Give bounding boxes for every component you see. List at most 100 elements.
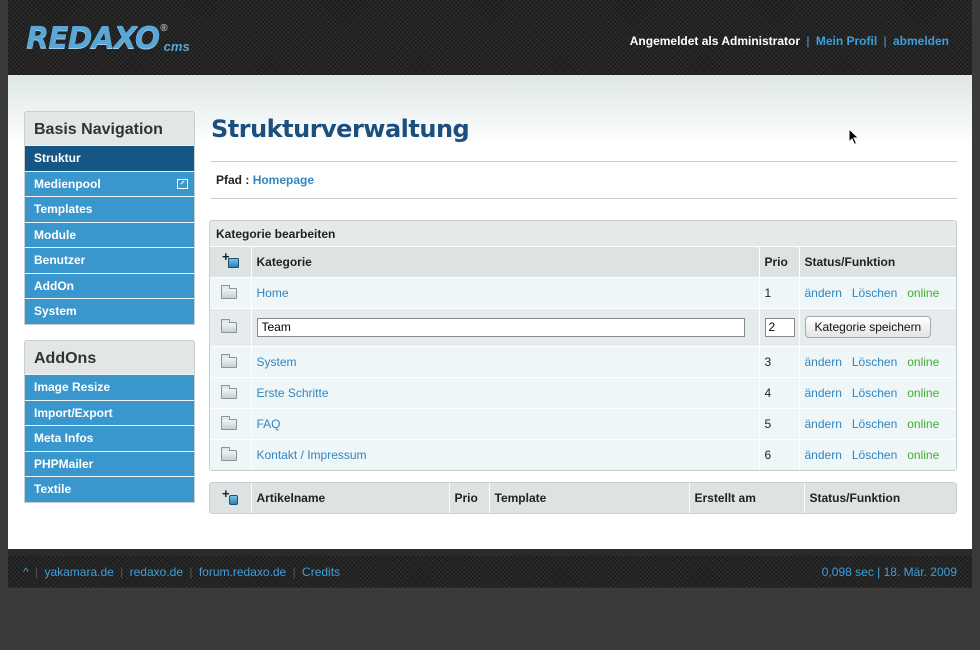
edit-link[interactable]: ändern	[805, 286, 842, 300]
addons-navigation-title: AddOns	[34, 350, 97, 367]
edit-link[interactable]: ändern	[805, 355, 842, 369]
footer-link-redaxo[interactable]: redaxo.de	[130, 565, 183, 579]
category-link[interactable]: Kontakt / Impressum	[257, 448, 367, 462]
sidebar-item-label: Struktur	[34, 151, 81, 165]
delete-link[interactable]: Löschen	[852, 386, 897, 400]
category-link[interactable]: Erste Schritte	[257, 386, 329, 400]
online-status-link[interactable]: online	[907, 448, 939, 462]
addons-navigation: AddOns Image Resize Import/Export Meta I…	[24, 340, 195, 503]
online-status-link[interactable]: online	[907, 386, 939, 400]
category-name-cell: Kontakt / Impressum	[251, 438, 760, 470]
column-header-artikelname[interactable]: Artikelname	[251, 483, 450, 513]
redaxo-logo[interactable]: REDAXO ® cms	[26, 22, 190, 54]
delete-link[interactable]: Löschen	[852, 355, 897, 369]
separator: |	[120, 565, 124, 579]
folder-icon[interactable]	[221, 384, 237, 399]
edit-link[interactable]: ändern	[805, 386, 842, 400]
my-profile-link[interactable]: Mein Profil	[816, 34, 877, 48]
sidebar-item-label: Templates	[34, 202, 93, 216]
category-prio-cell	[759, 307, 800, 346]
logo-text: REDAXO	[26, 21, 160, 56]
content-area: Basis Navigation Struktur Medienpool Tem…	[8, 75, 972, 549]
category-link[interactable]: System	[257, 355, 297, 369]
category-panel: Kategorie bearbeiten + Kategorie Prio St…	[209, 220, 957, 471]
category-link[interactable]: Home	[257, 286, 289, 300]
edit-link[interactable]: ändern	[805, 448, 842, 462]
delete-link[interactable]: Löschen	[852, 286, 897, 300]
sidebar-item-meta-infos[interactable]: Meta Infos	[25, 425, 194, 451]
breadcrumb-label: Pfad :	[216, 173, 250, 187]
back-to-top-link[interactable]: ^	[23, 565, 29, 579]
sidebar-item-textile[interactable]: Textile	[25, 476, 194, 502]
category-actions: ändern Löschen online	[799, 407, 956, 439]
column-header-prio[interactable]: Prio	[449, 483, 490, 513]
logout-link[interactable]: abmelden	[893, 34, 949, 48]
footer-link-credits[interactable]: Credits	[302, 565, 340, 579]
sidebar-item-phpmailer[interactable]: PHPMailer	[25, 450, 194, 476]
footer-links: ^ | yakamara.de | redaxo.de | forum.reda…	[23, 565, 340, 579]
category-prio: 6	[759, 438, 800, 470]
footer-link-yakamara[interactable]: yakamara.de	[44, 565, 113, 579]
category-name-cell: Home	[251, 276, 760, 308]
column-header-prio[interactable]: Prio	[759, 247, 800, 277]
sidebar-item-module[interactable]: Module	[25, 221, 194, 247]
sidebar-item-benutzer[interactable]: Benutzer	[25, 247, 194, 273]
sidebar-item-label: Medienpool	[34, 176, 101, 191]
article-panel: + Artikelname Prio Template Erstellt am …	[209, 482, 957, 514]
category-name-cell: System	[251, 345, 760, 377]
sidebar-item-system[interactable]: System	[25, 298, 194, 324]
sidebar-item-medienpool[interactable]: Medienpool	[25, 170, 194, 196]
separator: |	[292, 565, 296, 579]
sidebar-item-label: Meta Infos	[34, 431, 94, 445]
divider	[211, 198, 957, 199]
article-table: + Artikelname Prio Template Erstellt am …	[210, 483, 956, 513]
folder-cell	[210, 307, 252, 346]
save-category-button[interactable]: Kategorie speichern	[804, 316, 932, 338]
column-header-erstellt-am[interactable]: Erstellt am	[689, 483, 805, 513]
category-prio-input[interactable]	[764, 317, 795, 337]
category-panel-title: Kategorie bearbeiten	[210, 221, 956, 247]
sidebar-item-templates[interactable]: Templates	[25, 196, 194, 222]
delete-link[interactable]: Löschen	[852, 417, 897, 431]
footer-link-forum[interactable]: forum.redaxo.de	[199, 565, 286, 579]
category-name-input[interactable]	[256, 317, 745, 337]
category-name-cell: FAQ	[251, 407, 760, 439]
online-status-link[interactable]: online	[907, 286, 939, 300]
online-status-link[interactable]: online	[907, 417, 939, 431]
category-link[interactable]: FAQ	[257, 417, 281, 431]
add-article-icon[interactable]: +	[222, 487, 240, 507]
separator: |	[806, 34, 810, 48]
add-category-header: +	[210, 247, 252, 277]
breadcrumb: Pfad : Homepage	[216, 173, 314, 187]
footer-info: 0,098 sec | 18. Mär. 2009	[821, 565, 957, 579]
sidebar-item-addon[interactable]: AddOn	[25, 272, 194, 298]
sidebar-item-image-resize[interactable]: Image Resize	[25, 374, 194, 400]
category-name-cell	[251, 307, 760, 346]
folder-icon[interactable]	[221, 415, 237, 430]
category-actions: ändern Löschen online	[799, 345, 956, 377]
folder-icon[interactable]	[221, 284, 237, 299]
footer: ^ | yakamara.de | redaxo.de | forum.reda…	[8, 556, 972, 587]
folder-icon[interactable]	[221, 446, 237, 461]
sidebar-item-label: Benutzer	[34, 253, 86, 267]
folder-icon[interactable]	[221, 353, 237, 368]
sidebar-item-import-export[interactable]: Import/Export	[25, 399, 194, 425]
separator: |	[189, 565, 193, 579]
delete-link[interactable]: Löschen	[852, 448, 897, 462]
sidebar-item-struktur[interactable]: Struktur	[25, 145, 194, 171]
online-status-link[interactable]: online	[907, 355, 939, 369]
column-header-status: Status/Funktion	[804, 483, 956, 513]
edit-link[interactable]: ändern	[805, 417, 842, 431]
category-prio: 1	[759, 276, 800, 308]
column-header-template[interactable]: Template	[489, 483, 690, 513]
category-prio: 3	[759, 345, 800, 377]
sidebar-item-label: Image Resize	[34, 380, 111, 394]
breadcrumb-homepage-link[interactable]: Homepage	[253, 173, 314, 187]
divider	[211, 161, 957, 162]
add-category-icon[interactable]: +	[222, 250, 240, 270]
popup-window-icon[interactable]	[177, 178, 188, 189]
column-header-status: Status/Funktion	[799, 247, 956, 277]
column-header-kategorie[interactable]: Kategorie	[251, 247, 760, 277]
table-row-editing: Kategorie speichern	[210, 307, 956, 346]
sidebar-item-label: Import/Export	[34, 405, 113, 420]
